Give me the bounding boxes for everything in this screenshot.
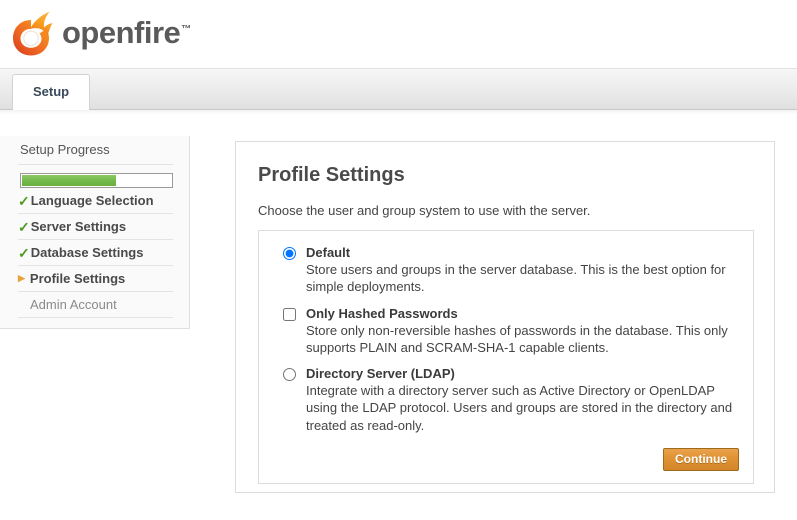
sidebar-item-server-settings[interactable]: ✓ Server Settings bbox=[18, 214, 173, 240]
sidebar-item-profile-settings[interactable]: ▶ Profile Settings bbox=[18, 266, 173, 292]
page-intro: Choose the user and group system to use … bbox=[258, 203, 754, 218]
brand-name-text: openfire bbox=[62, 15, 180, 50]
sidebar-item-database-settings[interactable]: ✓ Database Settings bbox=[18, 240, 173, 266]
option-default-label[interactable]: Default bbox=[306, 245, 739, 260]
main-panel: Profile Settings Choose the user and gro… bbox=[235, 141, 775, 493]
option-ldap-description: Integrate with a directory server such a… bbox=[306, 382, 739, 434]
checkbox-only-hashed-passwords[interactable] bbox=[283, 308, 296, 321]
brand-logo[interactable]: openfire™ bbox=[8, 8, 191, 58]
option-default-body: Default Store users and groups in the se… bbox=[306, 245, 739, 296]
check-icon: ✓ bbox=[18, 220, 30, 234]
tab-bar: Setup bbox=[0, 69, 797, 110]
check-icon: ✓ bbox=[18, 194, 30, 208]
option-only-hashed-passwords[interactable]: Only Hashed Passwords Store only non-rev… bbox=[273, 306, 739, 357]
checkbox-hashed-wrap bbox=[283, 308, 296, 324]
brand-name: openfire™ bbox=[62, 15, 191, 51]
sidebar-title: Setup Progress bbox=[18, 136, 173, 165]
option-hashed-description: Store only non-reversible hashes of pass… bbox=[306, 322, 739, 357]
radio-default[interactable] bbox=[283, 247, 296, 260]
page-header: openfire™ bbox=[0, 0, 797, 69]
setup-progress-bar bbox=[20, 173, 173, 188]
radio-default-wrap bbox=[283, 247, 296, 263]
sidebar-item-label: Profile Settings bbox=[30, 271, 125, 286]
tab-setup[interactable]: Setup bbox=[12, 74, 90, 110]
profile-options-fieldset: Default Store users and groups in the se… bbox=[258, 230, 754, 484]
option-default[interactable]: Default Store users and groups in the se… bbox=[273, 245, 739, 296]
form-actions: Continue bbox=[273, 448, 739, 471]
option-hashed-body: Only Hashed Passwords Store only non-rev… bbox=[306, 306, 739, 357]
radio-directory-server-ldap[interactable] bbox=[283, 368, 296, 381]
check-icon: ✓ bbox=[18, 246, 30, 260]
sidebar-item-label: Server Settings bbox=[31, 219, 126, 234]
sidebar-item-label: Database Settings bbox=[31, 245, 144, 260]
option-ldap-body: Directory Server (LDAP) Integrate with a… bbox=[306, 366, 739, 434]
sidebar-item-language-selection[interactable]: ✓ Language Selection bbox=[18, 188, 173, 214]
option-ldap-label[interactable]: Directory Server (LDAP) bbox=[306, 366, 739, 381]
setup-progress-fill bbox=[22, 175, 116, 186]
trademark-mark: ™ bbox=[181, 24, 191, 35]
continue-button[interactable]: Continue bbox=[663, 448, 739, 471]
option-hashed-label[interactable]: Only Hashed Passwords bbox=[306, 306, 739, 321]
page-body: Setup Progress ✓ Language Selection ✓ Se… bbox=[0, 114, 797, 520]
page-title: Profile Settings bbox=[258, 164, 754, 187]
sidebar-item-label: Admin Account bbox=[30, 297, 117, 312]
arrow-right-icon: ▶ bbox=[18, 274, 25, 283]
option-default-description: Store users and groups in the server dat… bbox=[306, 261, 739, 296]
openfire-flame-logo-icon bbox=[8, 8, 56, 58]
option-directory-server-ldap[interactable]: Directory Server (LDAP) Integrate with a… bbox=[273, 366, 739, 434]
sidebar-item-label: Language Selection bbox=[31, 193, 154, 208]
setup-progress-sidebar: Setup Progress ✓ Language Selection ✓ Se… bbox=[0, 136, 190, 329]
radio-ldap-wrap bbox=[283, 368, 296, 384]
sidebar-item-admin-account: Admin Account bbox=[18, 292, 173, 318]
